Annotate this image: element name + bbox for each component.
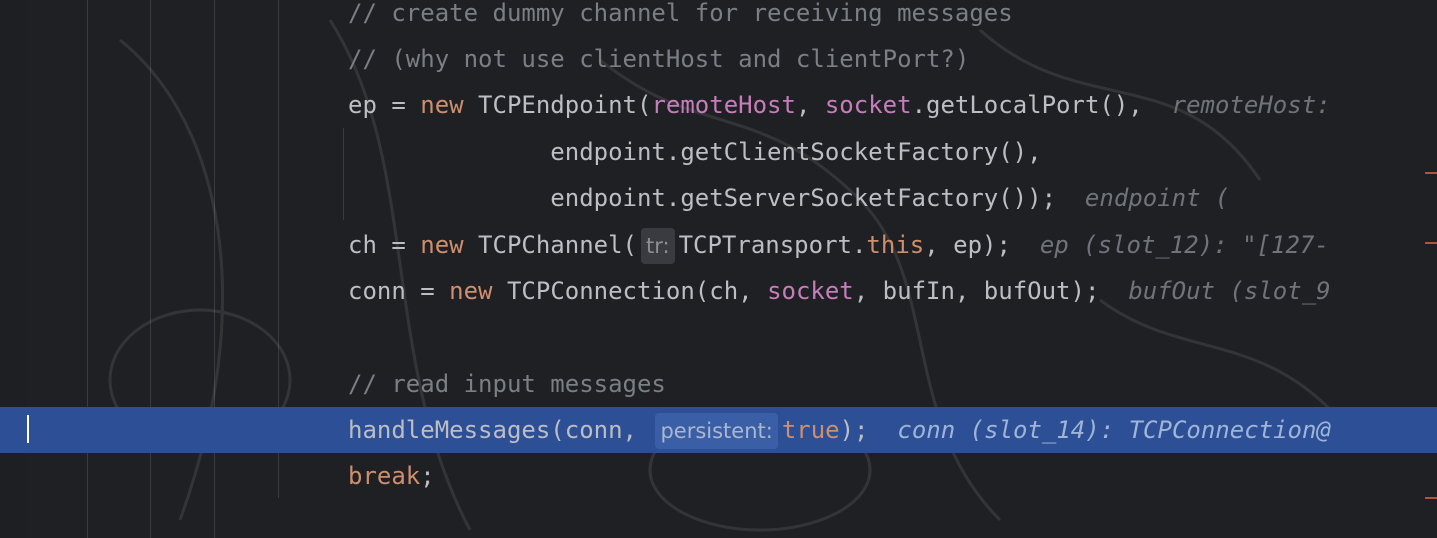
code-line-current[interactable]: handleMessages(conn, persistent: true); c… <box>0 407 1437 453</box>
error-stripe-mark[interactable] <box>1425 497 1437 499</box>
code-token: ch = <box>348 231 421 259</box>
code-token: .getLocalPort(), <box>911 91 1172 119</box>
parameter-name-hint: tr: <box>641 228 675 264</box>
code-line[interactable]: endpoint.getServerSocketFactory()); endp… <box>0 175 1437 221</box>
error-stripe-mark[interactable] <box>1425 242 1437 244</box>
code-token: , <box>795 91 825 119</box>
debugger-value-hint: conn (slot_14): TCPConnection@ <box>897 416 1331 444</box>
code-keyword: new <box>449 277 493 305</box>
code-token: ); <box>839 416 898 444</box>
code-text: break; <box>348 453 435 499</box>
code-line[interactable]: ch = new TCPChannel(tr: TCPTransport.this… <box>0 222 1437 268</box>
code-text: ep = new TCPEndpoint(remoteHost, socket.… <box>348 82 1345 128</box>
code-keyword: new <box>420 231 464 259</box>
code-token: TCPChannel( <box>463 231 637 259</box>
code-line[interactable]: // (why not use clientHost and clientPor… <box>0 36 1437 82</box>
code-keyword: this <box>866 231 925 259</box>
code-text: // read input messages <box>348 361 666 407</box>
debugger-value-hint: endpoint ( <box>1084 184 1230 212</box>
code-text: // create dummy channel for receiving me… <box>348 0 1013 36</box>
code-text: ch = new TCPChannel(tr: TCPTransport.this… <box>348 222 1329 268</box>
code-token: handleMessages(conn, <box>348 416 652 444</box>
code-field: socket <box>824 91 912 119</box>
code-token: TCPConnection(ch, <box>492 277 768 305</box>
code-text: conn = new TCPConnection(ch, socket, buf… <box>348 268 1331 314</box>
code-token: ; <box>420 462 435 490</box>
error-stripe-mark[interactable] <box>1425 172 1437 174</box>
code-text: // (why not use clientHost and clientPor… <box>348 36 969 82</box>
code-token: , bufIn, bufOut); <box>853 277 1129 305</box>
parameter-name-hint: persistent: <box>655 413 778 449</box>
code-token: TCPEndpoint( <box>463 91 652 119</box>
code-token: conn = <box>348 277 450 305</box>
code-token: ep = <box>348 91 421 119</box>
debugger-value-hint: ep (slot_12): "[127- <box>1039 231 1329 259</box>
debugger-value-hint: bufOut (slot_9 <box>1128 277 1331 305</box>
code-line[interactable]: break; <box>0 453 1437 499</box>
debugger-value-hint: remoteHost: <box>1171 91 1346 119</box>
code-line[interactable]: // create dummy channel for receiving me… <box>0 0 1437 36</box>
code-comment: // create dummy channel for receiving me… <box>348 0 1013 27</box>
text-caret <box>27 415 29 443</box>
code-text: handleMessages(conn, persistent: true); c… <box>348 407 1331 453</box>
code-comment: // (why not use clientHost and clientPor… <box>348 45 970 73</box>
code-token: endpoint.getServerSocketFactory()); <box>348 184 1085 212</box>
code-comment: // read input messages <box>348 370 666 398</box>
code-field: socket <box>767 277 854 305</box>
code-keyword: true <box>781 416 840 444</box>
code-line[interactable]: conn = new TCPConnection(ch, socket, buf… <box>0 268 1437 314</box>
code-text: endpoint.getClientSocketFactory(), <box>348 129 1042 175</box>
code-line[interactable]: endpoint.getClientSocketFactory(), <box>0 129 1437 175</box>
code-keyword: new <box>420 91 464 119</box>
code-token: TCPTransport. <box>678 231 867 259</box>
code-keyword: break <box>348 462 421 490</box>
code-token: , ep); <box>924 231 1040 259</box>
code-line[interactable] <box>0 314 1437 360</box>
code-text: endpoint.getServerSocketFactory()); endp… <box>348 175 1229 221</box>
code-token: endpoint.getClientSocketFactory(), <box>348 138 1042 166</box>
code-line[interactable]: // read input messages <box>0 361 1437 407</box>
code-field: remoteHost <box>651 91 796 119</box>
code-line[interactable]: ep = new TCPEndpoint(remoteHost, socket.… <box>0 82 1437 128</box>
